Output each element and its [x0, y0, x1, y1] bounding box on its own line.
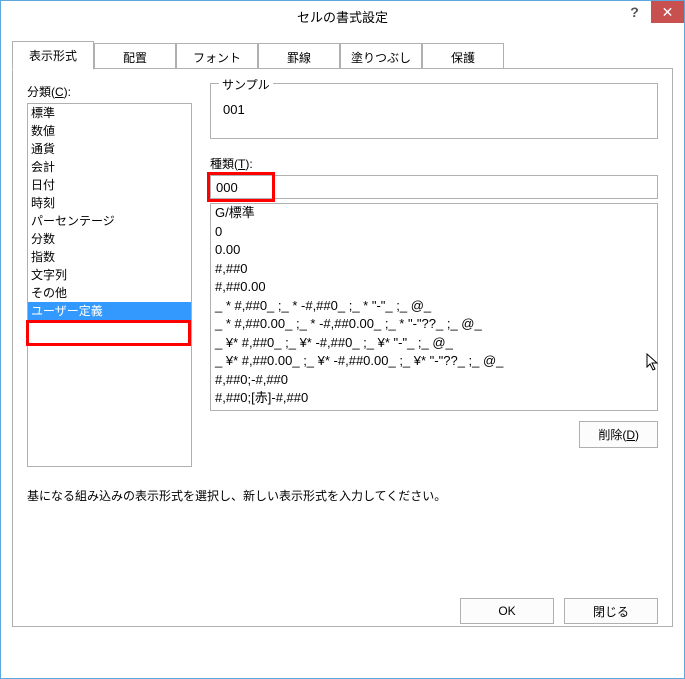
dialog-content: 表示形式配置フォント罫線塗りつぶし保護 分類(C): 標準数値通貨会計日付時刻パ…	[12, 41, 673, 667]
category-item[interactable]: ユーザー定義	[28, 302, 191, 320]
category-item[interactable]: 会計	[28, 158, 191, 176]
close-dialog-button[interactable]: 閉じる	[564, 598, 658, 624]
category-item[interactable]: パーセンテージ	[28, 212, 191, 230]
format-item[interactable]: _ * #,##0.00_ ;_ * -#,##0.00_ ;_ * "-"??…	[211, 315, 657, 334]
tab-2[interactable]: フォント	[176, 43, 258, 68]
close-button[interactable]: ✕	[651, 1, 684, 23]
category-item[interactable]: 文字列	[28, 266, 191, 284]
dialog-title: セルの書式設定	[1, 7, 684, 26]
help-button[interactable]: ?	[618, 1, 651, 23]
format-item[interactable]: #,##0;-#,##0	[211, 371, 657, 390]
format-listbox[interactable]: G/標準00.00#,##0#,##0.00_ * #,##0_ ;_ * -#…	[210, 203, 658, 411]
tab-0[interactable]: 表示形式	[12, 41, 94, 70]
dialog-buttons: OK 閉じる	[460, 598, 658, 624]
delete-button[interactable]: 削除(D)	[579, 421, 658, 448]
tab-1[interactable]: 配置	[94, 43, 176, 68]
tab-5[interactable]: 保護	[422, 43, 504, 68]
sample-legend: サンプル	[219, 76, 273, 93]
format-item[interactable]: #,##0.00	[211, 278, 657, 297]
title-buttons: ? ✕	[618, 1, 684, 23]
sample-value: 001	[223, 102, 645, 117]
format-item[interactable]: #,##0;[赤]-#,##0	[211, 389, 657, 408]
category-item[interactable]: 数値	[28, 122, 191, 140]
ok-button[interactable]: OK	[460, 598, 554, 624]
format-item[interactable]: 0.00	[211, 241, 657, 260]
category-listbox[interactable]: 標準数値通貨会計日付時刻パーセンテージ分数指数文字列その他ユーザー定義	[27, 103, 192, 467]
category-item[interactable]: その他	[28, 284, 191, 302]
tab-3[interactable]: 罫線	[258, 43, 340, 68]
dialog-window: セルの書式設定 ? ✕ 表示形式配置フォント罫線塗りつぶし保護 分類(C): 標…	[0, 0, 685, 679]
format-item[interactable]: _ ¥* #,##0.00_ ;_ ¥* -#,##0.00_ ;_ ¥* "-…	[211, 352, 657, 371]
category-item[interactable]: 指数	[28, 248, 191, 266]
description-text: 基になる組み込みの表示形式を選択し、新しい表示形式を入力してください。	[27, 487, 658, 504]
titlebar: セルの書式設定 ? ✕	[1, 1, 684, 31]
type-label: 種類(T):	[210, 155, 658, 172]
sample-groupbox: サンプル 001	[210, 83, 658, 139]
category-item[interactable]: 標準	[28, 104, 191, 122]
category-item[interactable]: 日付	[28, 176, 191, 194]
type-input[interactable]	[210, 175, 658, 199]
category-label: 分類(C):	[27, 83, 192, 100]
tab-4[interactable]: 塗りつぶし	[340, 43, 422, 68]
format-item[interactable]: _ ¥* #,##0_ ;_ ¥* -#,##0_ ;_ ¥* "-"_ ;_ …	[211, 334, 657, 353]
format-item[interactable]: _ * #,##0_ ;_ * -#,##0_ ;_ * "-"_ ;_ @_	[211, 297, 657, 316]
category-item[interactable]: 分数	[28, 230, 191, 248]
format-item[interactable]: 0	[211, 223, 657, 242]
category-item[interactable]: 時刻	[28, 194, 191, 212]
format-item[interactable]: #,##0	[211, 260, 657, 279]
tab-panel-number-format: 分類(C): 標準数値通貨会計日付時刻パーセンテージ分数指数文字列その他ユーザー…	[12, 69, 673, 627]
format-item[interactable]: G/標準	[211, 204, 657, 223]
tab-strip: 表示形式配置フォント罫線塗りつぶし保護	[12, 41, 673, 69]
category-item[interactable]: 通貨	[28, 140, 191, 158]
